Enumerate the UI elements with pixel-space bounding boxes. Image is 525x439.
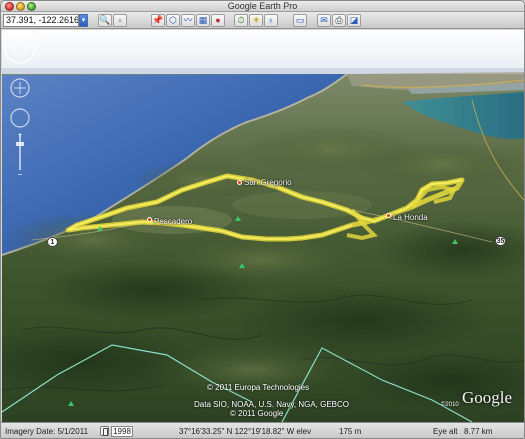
svg-text:N: N (18, 33, 22, 39)
san-gregorio-pin-icon[interactable] (237, 180, 242, 185)
place-label-san-gregorio[interactable]: San Gregorio (244, 178, 292, 187)
email-icon[interactable]: ✉ (317, 14, 331, 27)
print-icon[interactable]: ⎙ (332, 14, 346, 27)
eye-alt-value: 8.77 km (464, 427, 493, 436)
polygon-icon[interactable]: ⬡ (166, 14, 180, 27)
place-label-la-honda[interactable]: La Honda (393, 213, 428, 222)
tour-icon[interactable]: ▫ (113, 14, 127, 27)
svg-text:−: − (18, 170, 23, 179)
google-maps-icon[interactable]: ◪ (347, 14, 361, 27)
credit-data: Data SIO, NOAA, U.S. Navy, NGA, GEBCO (194, 400, 349, 409)
path-icon[interactable]: 〰 (181, 14, 195, 27)
search-dropdown-chevron-icon[interactable]: ▾ (79, 14, 88, 27)
historical-imagery-icon[interactable] (100, 426, 109, 436)
terrain-view-svg (2, 30, 524, 422)
earth-3d-view[interactable]: San Gregorio Pescadero La Honda 1 35 N +… (2, 30, 524, 422)
route-1-shield-icon: 1 (47, 237, 58, 247)
image-overlay-icon[interactable]: ▦ (196, 14, 210, 27)
search-panel-icon[interactable]: 🔍 (98, 14, 112, 27)
la-honda-pin-icon[interactable] (386, 213, 391, 218)
google-earth-window: Google Earth Pro 37.391, -122.2616 ▾ 🔍 ▫ 📌… (0, 0, 525, 439)
window-title: Google Earth Pro (227, 1, 298, 11)
historical-imagery-icon[interactable]: ⏱ (234, 14, 248, 27)
pescadero-pin-icon[interactable] (147, 217, 152, 222)
credit-europa: © 2011 Europa Technologies (207, 383, 310, 392)
elevation-value: 175 m (339, 427, 362, 436)
title-bar: Google Earth Pro (1, 1, 524, 12)
status-bar: Imagery Date: 5/1/2011 1998 37°16'33.25"… (1, 422, 524, 438)
record-tour-icon[interactable]: ● (211, 14, 225, 27)
route-35-shield-icon: 35 (495, 236, 506, 246)
toolbar: 37.391, -122.2616 ▾ 🔍 ▫ 📌 ⬡ 〰 ▦ ● ⏱ ☀ ♁ ▭ ✉ ⎙ ◪ (1, 12, 524, 29)
google-logo: Google (461, 388, 512, 407)
credit-google: © 2011 Google (230, 409, 284, 418)
place-label-pescadero[interactable]: Pescadero (154, 217, 192, 226)
switch-to-sky-icon[interactable]: ♁ (264, 14, 278, 27)
imagery-date: Imagery Date: 5/1/2011 (5, 427, 89, 436)
logo-year: ©2010 (441, 402, 459, 408)
placemark-icon[interactable]: 📌 (151, 14, 165, 27)
svg-text:+: + (18, 132, 22, 139)
eye-alt-label: Eye alt (433, 427, 458, 436)
sunlight-icon[interactable]: ☀ (249, 14, 263, 27)
imagery-year[interactable]: 1998 (111, 426, 133, 437)
pointer-coordinates: 37°16'33.25" N 122°19'18.82" W elev (179, 427, 312, 436)
ruler-icon[interactable]: ▭ (293, 14, 307, 27)
search-input[interactable]: 37.391, -122.2616 (3, 14, 79, 27)
navigation-controls[interactable]: N + − (2, 30, 38, 180)
